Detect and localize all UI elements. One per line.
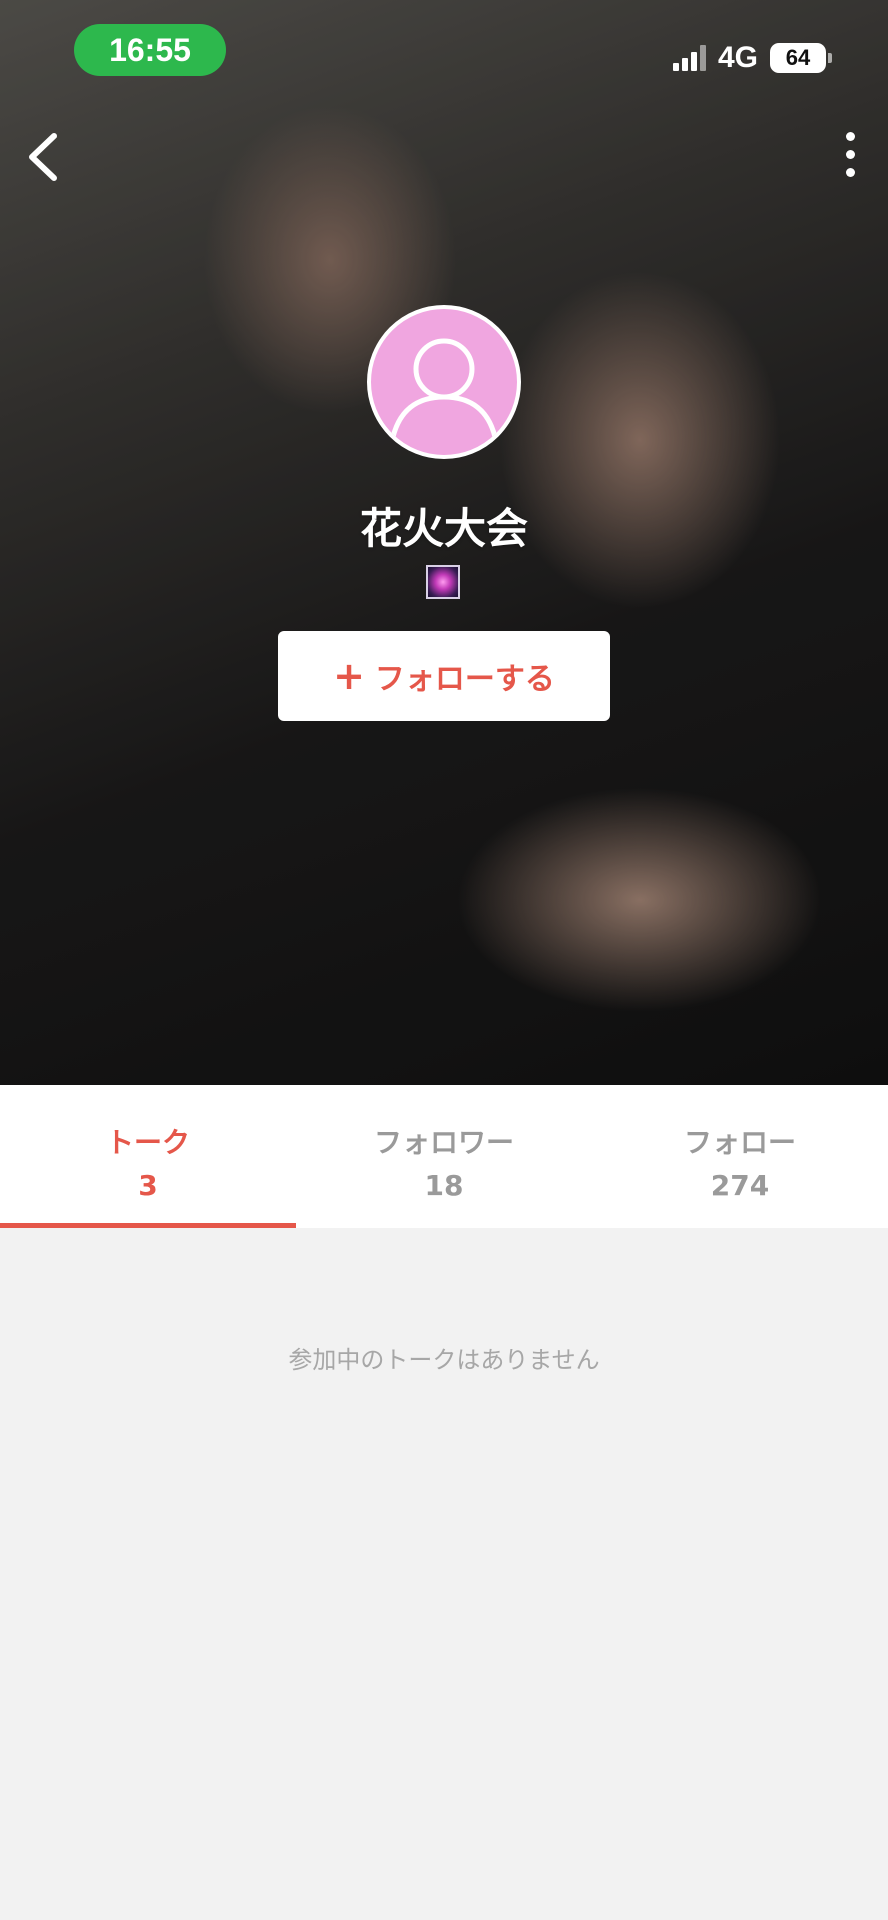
avatar[interactable]	[367, 305, 521, 459]
fireworks-icon	[426, 565, 460, 599]
more-dot	[845, 168, 855, 177]
profile-name: 花火大会	[359, 504, 528, 553]
tab-label: フォロー	[683, 1126, 796, 1159]
follow-button[interactable]: + フォローする	[278, 631, 610, 721]
more-dot	[845, 132, 855, 141]
back-button[interactable]	[22, 130, 66, 184]
default-user-icon	[390, 338, 498, 438]
status-time: 16:55	[74, 24, 226, 76]
battery-icon: 64	[770, 43, 832, 73]
tab-count: 3	[138, 1169, 158, 1202]
plus-icon: +	[333, 654, 365, 698]
tab-label: トーク	[105, 1126, 190, 1159]
signal-icon	[672, 45, 706, 71]
tab-count: 274	[710, 1169, 770, 1202]
empty-state-message: 参加中のトークはありません	[288, 1346, 600, 1374]
battery-level: 64	[785, 45, 811, 70]
tab-followers[interactable]: フォロワー 18	[296, 1085, 592, 1228]
network-type: 4G	[717, 41, 758, 74]
tab-count: 18	[424, 1169, 464, 1202]
tab-label: フォロワー	[373, 1126, 514, 1159]
profile-tabs: トーク 3 フォロワー 18 フォロー 274	[0, 1085, 888, 1228]
more-dot	[845, 150, 855, 159]
tab-talk[interactable]: トーク 3	[0, 1085, 296, 1228]
chevron-left-icon	[29, 133, 57, 181]
follow-label: フォローする	[374, 662, 555, 697]
status-indicators: 4G 64	[672, 40, 832, 76]
tab-following[interactable]: フォロー 274	[592, 1085, 888, 1228]
more-options-button[interactable]	[842, 132, 858, 182]
